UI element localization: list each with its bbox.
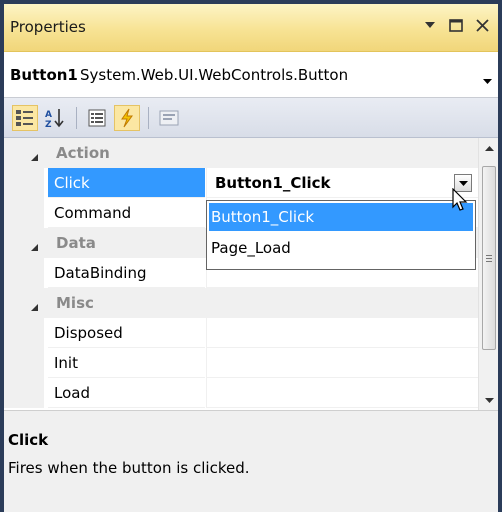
- scroll-thumb[interactable]: [482, 166, 496, 350]
- description-title: Click: [8, 431, 49, 449]
- description-text: Fires when the button is clicked.: [8, 459, 250, 477]
- chevron-down-icon[interactable]: [483, 70, 492, 88]
- object-type: System.Web.UI.WebControls.Button: [80, 66, 349, 84]
- object-name: Button1: [10, 66, 78, 84]
- event-handler-value[interactable]: [206, 348, 478, 378]
- mouse-pointer-icon: [452, 187, 468, 216]
- event-handler-value[interactable]: [206, 318, 478, 348]
- event-handler-value[interactable]: Button1_Click: [206, 168, 478, 198]
- properties-window: Properties Button1 System.Web.UI.WebCont…: [4, 4, 498, 512]
- event-name[interactable]: Load: [48, 378, 205, 408]
- property-pages-icon[interactable]: [156, 105, 182, 131]
- event-row-init[interactable]: Init: [4, 348, 478, 378]
- properties-icon[interactable]: [84, 105, 110, 131]
- toolbar-separator: [148, 107, 149, 129]
- close-icon[interactable]: [474, 16, 490, 34]
- alphabetical-icon[interactable]: A Z: [42, 105, 68, 131]
- grip-icon: [486, 255, 492, 262]
- title-bar[interactable]: Properties: [4, 4, 498, 52]
- properties-toolbar: A Z: [4, 98, 498, 138]
- svg-text:A: A: [45, 110, 52, 120]
- event-row-disposed[interactable]: Disposed: [4, 318, 478, 348]
- event-row-click[interactable]: Click Button1_Click: [4, 168, 478, 198]
- event-handler-dropdown[interactable]: Button1_Click Page_Load: [206, 200, 476, 270]
- window-title: Properties: [10, 18, 86, 36]
- event-row-load[interactable]: Load: [4, 378, 478, 408]
- event-name[interactable]: Init: [48, 348, 205, 378]
- scroll-up-icon[interactable]: [479, 138, 499, 158]
- description-pane: Click Fires when the button is clicked.: [4, 410, 498, 512]
- events-icon[interactable]: [114, 105, 140, 131]
- category-label: Action: [56, 144, 110, 162]
- window-position-dropdown-icon[interactable]: [422, 16, 438, 34]
- category-label: Misc: [56, 294, 94, 312]
- category-action[interactable]: Action: [4, 138, 478, 168]
- object-selector[interactable]: Button1 System.Web.UI.WebControls.Button: [4, 52, 498, 98]
- categorized-icon[interactable]: [12, 105, 38, 131]
- event-handler-value[interactable]: [206, 378, 478, 408]
- category-label: Data: [56, 234, 96, 252]
- dropdown-option[interactable]: Button1_Click: [209, 203, 473, 231]
- maximize-icon[interactable]: [448, 16, 464, 34]
- event-name[interactable]: Disposed: [48, 318, 205, 348]
- scroll-down-icon[interactable]: [479, 390, 499, 410]
- category-misc[interactable]: Misc: [4, 288, 478, 318]
- svg-text:Z: Z: [45, 120, 52, 129]
- collapse-triangle-icon[interactable]: [30, 238, 39, 256]
- event-name[interactable]: Click: [48, 168, 205, 198]
- collapse-triangle-icon[interactable]: [30, 298, 39, 316]
- dropdown-option[interactable]: Page_Load: [207, 233, 475, 263]
- title-bar-buttons: [422, 16, 490, 34]
- property-grid: Action Click Button1_Click Command Data: [4, 138, 478, 410]
- toolbar-separator: [76, 107, 77, 129]
- event-name[interactable]: DataBinding: [48, 258, 205, 288]
- vertical-scrollbar[interactable]: [478, 138, 498, 410]
- event-name[interactable]: Command: [48, 198, 205, 228]
- collapse-triangle-icon[interactable]: [30, 148, 39, 166]
